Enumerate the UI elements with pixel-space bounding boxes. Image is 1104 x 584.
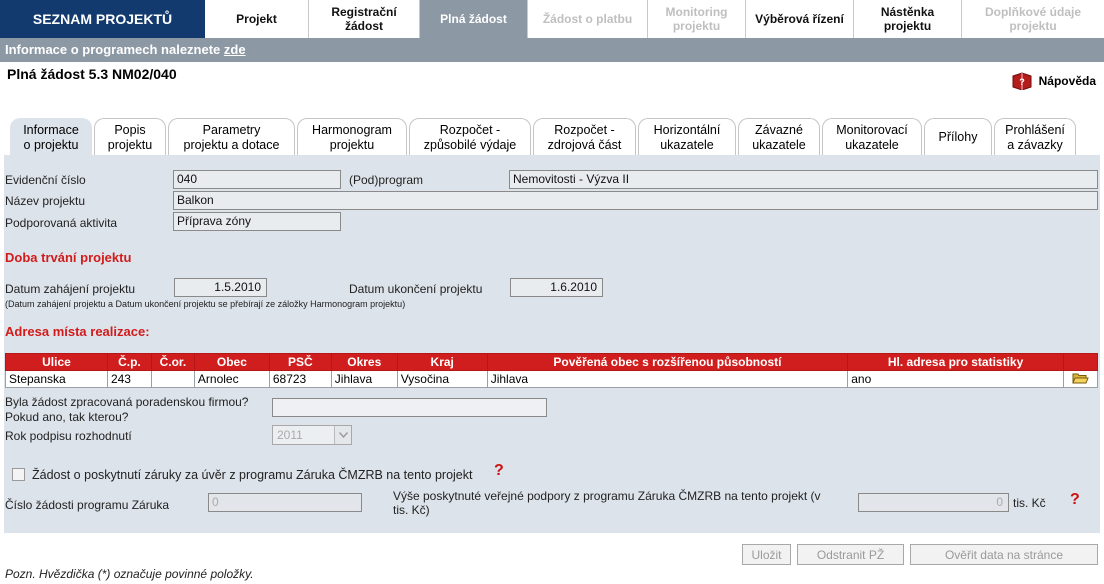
col-hl-adresa: Hl. adresa pro statistiky xyxy=(847,353,1064,371)
nav-projekt[interactable]: Projekt xyxy=(205,0,309,38)
zaruka-checkbox[interactable] xyxy=(12,468,25,481)
cell-ulice: Stepanska xyxy=(5,370,108,388)
cell-action xyxy=(1062,370,1099,388)
cell-okres: Jihlava xyxy=(330,370,398,388)
cell-cor xyxy=(150,370,195,388)
nav-vyberova-rizeni[interactable]: Výběrová řízení xyxy=(746,0,854,38)
cell-cp: 243 xyxy=(106,370,152,388)
vyse-podpory-label: Výše poskytnuté veřejné podpory z progra… xyxy=(393,489,821,517)
vyse-podpory-unit: tis. Kč xyxy=(1013,496,1046,510)
doba-trvani-heading: Doba trvání projektu xyxy=(5,250,132,265)
nazev-projektu-label: Název projektu xyxy=(5,194,86,208)
address-table-header: Ulice Č.p. Č.or. Obec PSČ Okres Kraj Pov… xyxy=(5,353,1099,371)
save-button[interactable]: Uložit xyxy=(742,544,791,565)
cell-hl-adresa: ano xyxy=(847,370,1064,388)
tab-popis-projektu[interactable]: Popis projektu xyxy=(94,118,166,156)
col-action xyxy=(1062,353,1099,371)
datum-ukonceni-field: 1.6.2010 xyxy=(510,278,603,297)
tab-rozpocet-zpusobile-vydaje[interactable]: Rozpočet - způsobilé výdaje xyxy=(409,118,531,156)
chevron-down-icon xyxy=(334,426,351,444)
evidencni-cislo-label: Evidenční číslo xyxy=(5,173,86,187)
info-bar: Informace o programech naleznete zde xyxy=(0,38,1104,62)
tab-parametry-projektu[interactable]: Parametry projektu a dotace xyxy=(168,118,295,156)
poradenska-firma-label: Byla žádost zpracovaná poradenskou firmo… xyxy=(5,395,249,424)
rok-podpisu-select[interactable]: 2011 xyxy=(272,425,352,445)
info-bar-link[interactable]: zde xyxy=(224,42,246,57)
tab-harmonogram-projektu[interactable]: Harmonogram projektu xyxy=(297,118,407,156)
podporovana-aktivita-field: Příprava zóny xyxy=(173,212,341,231)
rok-podpisu-value: 2011 xyxy=(277,428,303,442)
col-okres: Okres xyxy=(330,353,398,371)
col-kraj: Kraj xyxy=(396,353,488,371)
nazev-projektu-field: Balkon xyxy=(173,191,1098,210)
tab-zavazne-ukazatele[interactable]: Závazné ukazatele xyxy=(738,118,820,156)
help-label: Nápověda xyxy=(1038,74,1096,88)
rok-podpisu-label: Rok podpisu rozhodnutí xyxy=(5,429,132,443)
zaruka-checkbox-label: Žádost o poskytnutí záruky za úvěr z pro… xyxy=(32,468,473,482)
open-folder-icon[interactable] xyxy=(1072,372,1089,384)
col-cp: Č.p. xyxy=(106,353,152,371)
col-cor: Č.or. xyxy=(150,353,195,371)
nav-zadost-o-platbu: Žádost o platbu xyxy=(528,0,648,38)
tab-rozpocet-zdrojova-cast[interactable]: Rozpočet - zdrojová část xyxy=(533,118,636,156)
nav-registracni-zadost[interactable]: Registrační žádost xyxy=(309,0,420,38)
cislo-zadosti-zaruka-field[interactable]: 0 xyxy=(208,493,362,512)
nav-plna-zadost[interactable]: Plná žádost xyxy=(420,0,528,38)
tab-prohlaseni-a-zavazky[interactable]: Prohlášení a závazky xyxy=(994,118,1076,156)
vyse-podpory-help-icon[interactable]: ? xyxy=(1070,491,1080,509)
col-ulice: Ulice xyxy=(5,353,108,371)
nav-doplnkove-udaje: Doplňkové údaje projektu xyxy=(962,0,1104,38)
remove-application-button[interactable]: Odstranit PŽ xyxy=(797,544,904,565)
poradenska-firma-input[interactable] xyxy=(272,398,547,417)
podprogram-label: (Pod)program xyxy=(349,173,424,187)
zaruka-help-icon[interactable]: ? xyxy=(494,462,504,480)
cislo-zadosti-zaruka-label: Číslo žádosti programu Záruka xyxy=(5,498,170,512)
tab-horizontalni-ukazatele[interactable]: Horizontální ukazatele xyxy=(638,118,736,156)
vyse-podpory-field[interactable]: 0 xyxy=(858,493,1009,512)
table-row: Stepanska 243 Arnolec 68723 Jihlava Vyso… xyxy=(5,370,1099,388)
help-book-icon: ? xyxy=(1011,72,1033,91)
col-poverena-obec: Pověřená obec s rozšířenou působností xyxy=(486,353,849,371)
tab-monitorovaci-ukazatele[interactable]: Monitorovací ukazatele xyxy=(822,118,922,156)
svg-text:?: ? xyxy=(1019,77,1025,87)
cell-poverena-obec: Jihlava xyxy=(486,370,849,388)
col-psc: PSČ xyxy=(268,353,332,371)
cell-psc: 68723 xyxy=(268,370,332,388)
datum-zahajeni-label: Datum zahájení projektu xyxy=(5,282,136,296)
podporovana-aktivita-label: Podporovaná aktivita xyxy=(5,216,118,230)
adresa-heading: Adresa místa realizace: xyxy=(5,324,150,339)
tab-bar: Informace o projektu Popis projektu Para… xyxy=(10,118,1076,156)
tab-informace-o-projektu[interactable]: Informace o projektu xyxy=(10,118,92,156)
cell-obec: Arnolec xyxy=(193,370,270,388)
verify-data-button[interactable]: Ověřit data na stránce xyxy=(910,544,1098,565)
nav-nastenka-projektu[interactable]: Nástěnka projektu xyxy=(854,0,962,38)
address-table: Ulice Č.p. Č.or. Obec PSČ Okres Kraj Pov… xyxy=(5,353,1099,388)
help-link[interactable]: ? Nápověda xyxy=(1011,72,1096,91)
podprogram-field: Nemovitosti - Výzva II xyxy=(509,170,1098,189)
required-fields-note: Pozn. Hvězdička (*) označuje povinné pol… xyxy=(5,567,254,581)
datum-zahajeni-field: 1.5.2010 xyxy=(174,278,267,297)
datum-ukonceni-label: Datum ukončení projektu xyxy=(349,282,483,296)
top-navigation: SEZNAM PROJEKTŮ Projekt Registrační žádo… xyxy=(0,0,1104,38)
page-title: Plná žádost 5.3 NM02/040 xyxy=(7,66,177,82)
nav-seznam-projektu[interactable]: SEZNAM PROJEKTŮ xyxy=(0,0,205,38)
info-bar-text: Informace o programech naleznete xyxy=(5,42,224,57)
doba-note: (Datum zahájení projektu a Datum ukončen… xyxy=(5,299,406,309)
nav-monitoring-projektu: Monitoring projektu xyxy=(648,0,746,38)
col-obec: Obec xyxy=(193,353,270,371)
tab-prilohy[interactable]: Přílohy xyxy=(924,118,992,156)
cell-kraj: Vysočina xyxy=(396,370,488,388)
evidencni-cislo-field: 040 xyxy=(173,170,341,189)
